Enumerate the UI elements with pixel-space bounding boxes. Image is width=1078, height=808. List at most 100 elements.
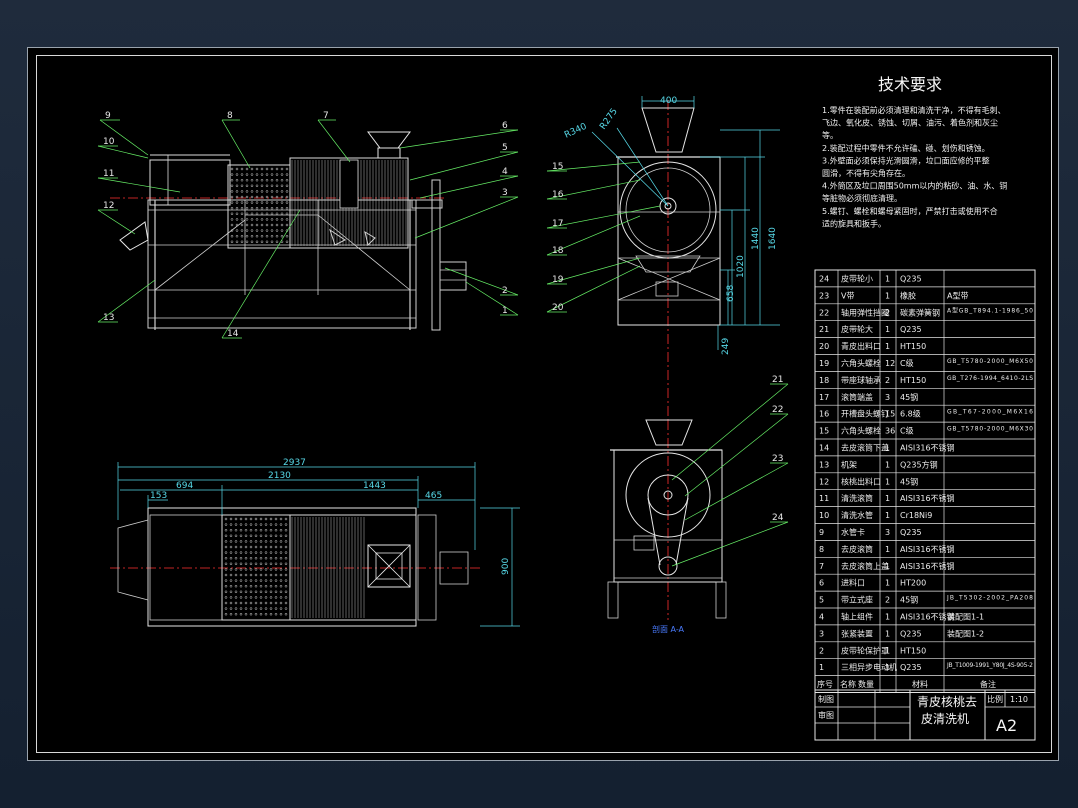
callout-leader bbox=[97, 209, 136, 235]
bom-row-no: 23 bbox=[819, 291, 829, 300]
bom-row-no: 16 bbox=[819, 410, 829, 419]
bom-row-name: 进料口 bbox=[841, 578, 865, 588]
bom-row-name: 带座球轴承 bbox=[841, 375, 881, 385]
bom-header-no: 序号 bbox=[817, 679, 833, 689]
bom-row-qty: 1 bbox=[885, 663, 890, 672]
dim-1640: 1640 bbox=[768, 227, 778, 250]
tech-line: 1.零件在装配前必须清理和清洗干净，不得有毛刺、 bbox=[822, 105, 1006, 115]
tech-line: 3.外壁面必须保持光滑圆滑，垃口面应修的平整 bbox=[822, 155, 990, 165]
title-block: 制图 审图 青皮核桃去 皮清洗机 比例 1:10 A2 bbox=[814, 689, 1036, 741]
bom-row-material: Q235 bbox=[900, 528, 922, 537]
motor bbox=[439, 261, 467, 291]
callout-leader bbox=[221, 119, 251, 169]
bom-row-no: 6 bbox=[819, 579, 824, 588]
bom-row-name: 青皮出料口 bbox=[841, 341, 881, 351]
callout-18: 18 bbox=[552, 246, 564, 256]
bom-row-no: 22 bbox=[819, 308, 829, 317]
tech-title: 技术要求 bbox=[878, 75, 942, 94]
tech-line: 5.螺钉、螺栓和螺母紧固时，严禁打击或使用不合 bbox=[822, 206, 998, 216]
bom-row-material: Q235 bbox=[900, 663, 922, 672]
dim-1020: 1020 bbox=[736, 255, 746, 278]
bom-row-no: 13 bbox=[819, 460, 829, 469]
bom-row-no: 12 bbox=[819, 477, 829, 486]
bom-row-qty: 1 bbox=[885, 444, 890, 453]
bom-row-qty: 1 bbox=[885, 613, 890, 622]
bom-row-qty: 1 bbox=[885, 477, 890, 486]
bom-row-name: 六角头螺栓 bbox=[841, 358, 881, 368]
bom-row-qty: 1 bbox=[885, 562, 890, 571]
tech-line: 4.外筒区及垃口周围50mm以内的粘砂、油、水、铜 bbox=[822, 181, 1007, 191]
bom-row-no: 5 bbox=[819, 596, 824, 605]
bom-row-name: 六角头螺栓 bbox=[841, 426, 881, 436]
bom-row-qty: 1 bbox=[885, 460, 890, 469]
bom-row-material: Q235 bbox=[900, 629, 922, 638]
bom-row-qty: 1 bbox=[885, 629, 890, 638]
scale-label: 比例 bbox=[987, 694, 1003, 704]
callout-10: 10 bbox=[103, 137, 115, 147]
tech-line: 等。 bbox=[822, 130, 838, 140]
bom-row-name: 滚筒端盖 bbox=[841, 392, 873, 402]
front-view: 9 10 11 12 13 14 8 7 6 5 4 3 2 1 bbox=[97, 111, 519, 339]
bom-row-qty: 3 bbox=[885, 528, 890, 537]
bom-row-material: 45钢 bbox=[900, 392, 918, 402]
side-dimensions bbox=[591, 96, 780, 350]
bom-row-no: 19 bbox=[819, 359, 829, 368]
bom-row-material: 6.8级 bbox=[900, 409, 921, 419]
dim-694: 694 bbox=[176, 481, 193, 491]
bom-row-material: Q235 bbox=[900, 275, 922, 284]
side-view: 400 R340 R275 1640 1440 1020 658 249 15 1… bbox=[546, 96, 780, 620]
dim-658: 658 bbox=[726, 285, 736, 302]
callout-14: 14 bbox=[227, 329, 239, 339]
bom-row-material: HT150 bbox=[900, 376, 926, 385]
bom-row-qty: 1 bbox=[885, 494, 890, 503]
callout-8: 8 bbox=[227, 111, 233, 121]
peeling-drum-cover bbox=[289, 157, 409, 249]
bom-row-no: 20 bbox=[819, 342, 829, 351]
bom-row-material: 45钢 bbox=[900, 476, 918, 486]
dim-2130: 2130 bbox=[268, 471, 291, 481]
bom-row-name: 皮带轮保护罩 bbox=[841, 645, 889, 655]
bom-row-note: GB_T5780-2000_M6X30 bbox=[947, 426, 1033, 433]
callout-leader bbox=[671, 383, 789, 481]
bom-row-name: 水管卡 bbox=[841, 527, 865, 537]
dim-r275: R275 bbox=[598, 107, 620, 132]
bom-header-name: 名称 bbox=[840, 679, 856, 689]
bom-row-no: 8 bbox=[819, 545, 824, 554]
bom-row-note: GB_T276-1994_6410-2LS bbox=[947, 375, 1033, 382]
bom-row-qty: 2 bbox=[885, 308, 890, 317]
bom-row-name: 机架 bbox=[841, 459, 857, 469]
bom-row-name: 皮带轮小 bbox=[841, 274, 873, 284]
drawing-canvas: 技术要求 1.零件在装配前必须清理和清洗干净，不得有毛刺、飞边、氧化皮、锈蚀、切… bbox=[97, 75, 1036, 741]
bom-row-no: 1 bbox=[819, 663, 824, 672]
callout-11: 11 bbox=[103, 169, 114, 179]
bom-row-no: 14 bbox=[819, 444, 829, 453]
bom-row-material: AISI316不锈钢 bbox=[900, 443, 955, 453]
callout-13: 13 bbox=[103, 313, 114, 323]
callout-22: 22 bbox=[772, 405, 783, 415]
pulley-guard bbox=[431, 179, 441, 331]
dim-153: 153 bbox=[150, 491, 167, 501]
tech-line: 飞边、氧化皮、锈蚀、切屑、油污、着色剂和灰尘 bbox=[822, 118, 998, 128]
bom-row-name: 清洗水管 bbox=[841, 510, 873, 520]
bom-row-qty: 15 bbox=[885, 410, 895, 419]
dim-2937: 2937 bbox=[283, 458, 306, 468]
bom-row-material: Cr18Ni9 bbox=[900, 511, 932, 520]
feed-hopper bbox=[367, 131, 411, 149]
callout-12: 12 bbox=[103, 201, 114, 211]
callout-leader bbox=[317, 119, 351, 163]
callout-4: 4 bbox=[502, 167, 508, 177]
bom-header-material: 材料 bbox=[912, 679, 928, 689]
discharge-chute bbox=[119, 221, 149, 251]
callout-20: 20 bbox=[552, 303, 564, 313]
bom-row-note: 装配图1-1 bbox=[947, 612, 984, 622]
bom-row-name: 去皮滚筒 bbox=[841, 544, 873, 554]
bom-row-name: V带 bbox=[841, 291, 854, 300]
bom-row-no: 9 bbox=[819, 528, 824, 537]
bom-row-name: 张紧装置 bbox=[841, 628, 873, 638]
bill-of-materials: 24 皮带轮小 1 Q23523 V带 1 橡胶 A型带22 轴用弹性挡圈2 碳素弹簧钢 A型GB_… bbox=[814, 269, 1036, 693]
bom-row-name: 轴上组件 bbox=[841, 612, 873, 622]
bom-row-material: HT200 bbox=[900, 579, 926, 588]
bom-row-qty: 2 bbox=[885, 376, 890, 385]
bom-row-note: JB_T5302-2002_PA208 bbox=[946, 595, 1033, 602]
bom-row-qty: 1 bbox=[885, 342, 890, 351]
